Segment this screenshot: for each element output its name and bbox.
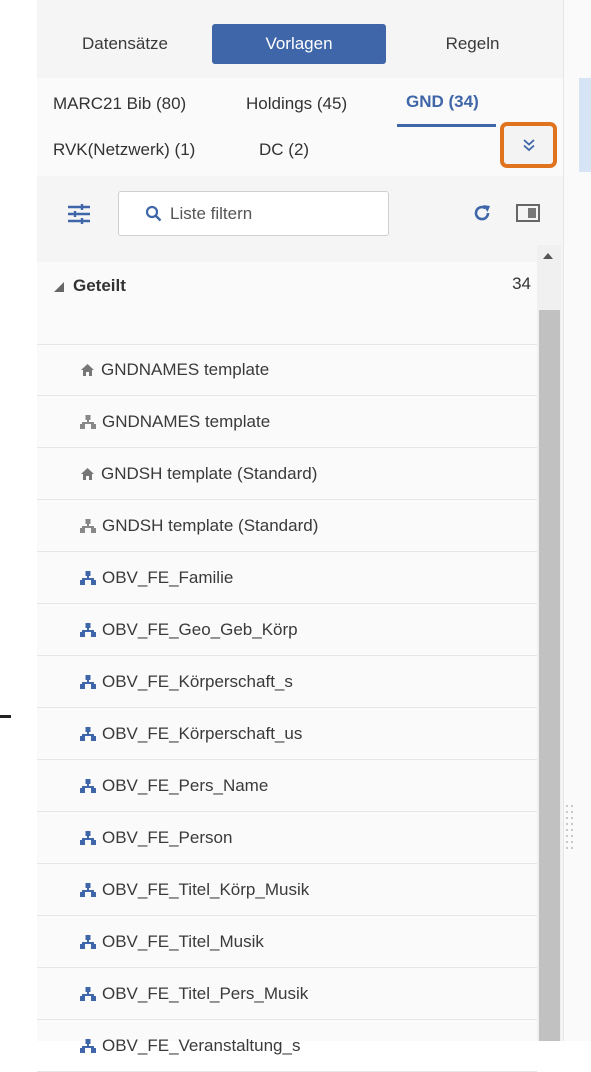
template-label: GNDNAMES template bbox=[101, 360, 270, 379]
hierarchy-icon bbox=[80, 934, 96, 949]
template-label: GNDSH template (Standard) bbox=[102, 516, 319, 535]
hierarchy-icon bbox=[80, 674, 96, 689]
tab-gnd[interactable]: GND (34) bbox=[406, 92, 479, 112]
tab-holdings[interactable]: Holdings (45) bbox=[246, 94, 347, 114]
expand-tabs-button[interactable] bbox=[500, 122, 557, 168]
template-label: OBV_FE_Titel_Pers_Musik bbox=[102, 984, 309, 1003]
template-label: OBV_FE_Titel_Körp_Musik bbox=[102, 880, 310, 899]
double-chevron-down-icon bbox=[522, 139, 535, 152]
template-label: OBV_FE_Körperschaft_us bbox=[102, 724, 303, 743]
template-label: OBV_FE_Titel_Musik bbox=[102, 932, 264, 951]
search-icon bbox=[145, 205, 162, 222]
refresh-icon bbox=[474, 205, 490, 221]
hierarchy-icon bbox=[80, 570, 96, 585]
template-row[interactable]: GNDNAMES template bbox=[37, 397, 537, 448]
detail-pane-accent bbox=[579, 78, 591, 172]
group-count: 34 bbox=[512, 274, 531, 293]
hierarchy-icon bbox=[80, 726, 96, 741]
hierarchy-icon bbox=[80, 986, 96, 1001]
scrollbar-thumb[interactable] bbox=[539, 310, 560, 1041]
template-row[interactable]: GNDSH template (Standard) bbox=[37, 449, 537, 500]
tab-templates[interactable]: Vorlagen bbox=[212, 24, 386, 64]
group-header-shared[interactable]: Geteilt 34 bbox=[37, 262, 537, 345]
resize-grip-icon[interactable] bbox=[565, 805, 575, 855]
hierarchy-icon bbox=[80, 830, 96, 845]
caret-expanded-icon bbox=[54, 282, 64, 292]
template-row[interactable]: OBV_FE_Familie bbox=[37, 553, 537, 604]
sliders-icon bbox=[68, 204, 90, 224]
template-row[interactable]: OBV_FE_Körperschaft_s bbox=[37, 657, 537, 708]
group-label: Geteilt bbox=[73, 276, 126, 295]
hierarchy-icon bbox=[80, 414, 96, 429]
hierarchy-icon bbox=[80, 882, 96, 897]
toggle-panel-button[interactable] bbox=[514, 201, 542, 225]
template-row[interactable]: OBV_FE_Titel_Pers_Musik bbox=[37, 969, 537, 1020]
tab-rvk[interactable]: RVK(Netzwerk) (1) bbox=[53, 140, 195, 160]
list-filter-input[interactable]: Liste filtern bbox=[118, 191, 389, 236]
template-row[interactable]: OBV_FE_Pers_Name bbox=[37, 761, 537, 812]
active-tab-indicator bbox=[397, 124, 496, 127]
template-row[interactable]: GNDNAMES template bbox=[37, 345, 537, 396]
template-row[interactable]: OBV_FE_Titel_Musik bbox=[37, 917, 537, 968]
template-label: OBV_FE_Person bbox=[102, 828, 233, 847]
template-label: OBV_FE_Geo_Geb_Körp bbox=[102, 620, 298, 639]
template-row[interactable]: OBV_FE_Veranstaltung_s bbox=[37, 1021, 537, 1072]
scroll-up-arrow-icon[interactable] bbox=[542, 252, 554, 260]
template-label: OBV_FE_Körperschaft_s bbox=[102, 672, 293, 691]
template-label: OBV_FE_Pers_Name bbox=[102, 776, 269, 795]
hierarchy-icon bbox=[80, 778, 96, 793]
template-row[interactable]: OBV_FE_Geo_Geb_Körp bbox=[37, 605, 537, 656]
template-row[interactable]: OBV_FE_Person bbox=[37, 813, 537, 864]
filter-placeholder: Liste filtern bbox=[170, 203, 253, 223]
template-type-tabs bbox=[37, 78, 563, 176]
template-row[interactable]: OBV_FE_Körperschaft_us bbox=[37, 709, 537, 760]
template-label: OBV_FE_Veranstaltung_s bbox=[102, 1036, 301, 1055]
panel-layout-icon bbox=[516, 204, 540, 222]
edge-marker bbox=[0, 715, 11, 718]
tab-dc[interactable]: DC (2) bbox=[259, 140, 309, 160]
hierarchy-icon bbox=[80, 622, 96, 637]
template-label: OBV_FE_Familie bbox=[102, 568, 234, 587]
filter-options-button[interactable] bbox=[64, 200, 94, 228]
home-icon bbox=[81, 364, 94, 376]
home-icon bbox=[81, 468, 94, 480]
template-label: GNDSH template (Standard) bbox=[101, 464, 318, 483]
hierarchy-icon bbox=[80, 518, 96, 533]
template-row[interactable]: GNDSH template (Standard) bbox=[37, 501, 537, 552]
tab-marc21-bib[interactable]: MARC21 Bib (80) bbox=[53, 94, 186, 114]
template-row[interactable]: OBV_FE_Titel_Körp_Musik bbox=[37, 865, 537, 916]
template-label: GNDNAMES template bbox=[102, 412, 271, 431]
tab-records[interactable]: Datensätze bbox=[46, 24, 204, 64]
tab-rules[interactable]: Regeln bbox=[395, 24, 550, 64]
refresh-button[interactable] bbox=[469, 200, 495, 226]
